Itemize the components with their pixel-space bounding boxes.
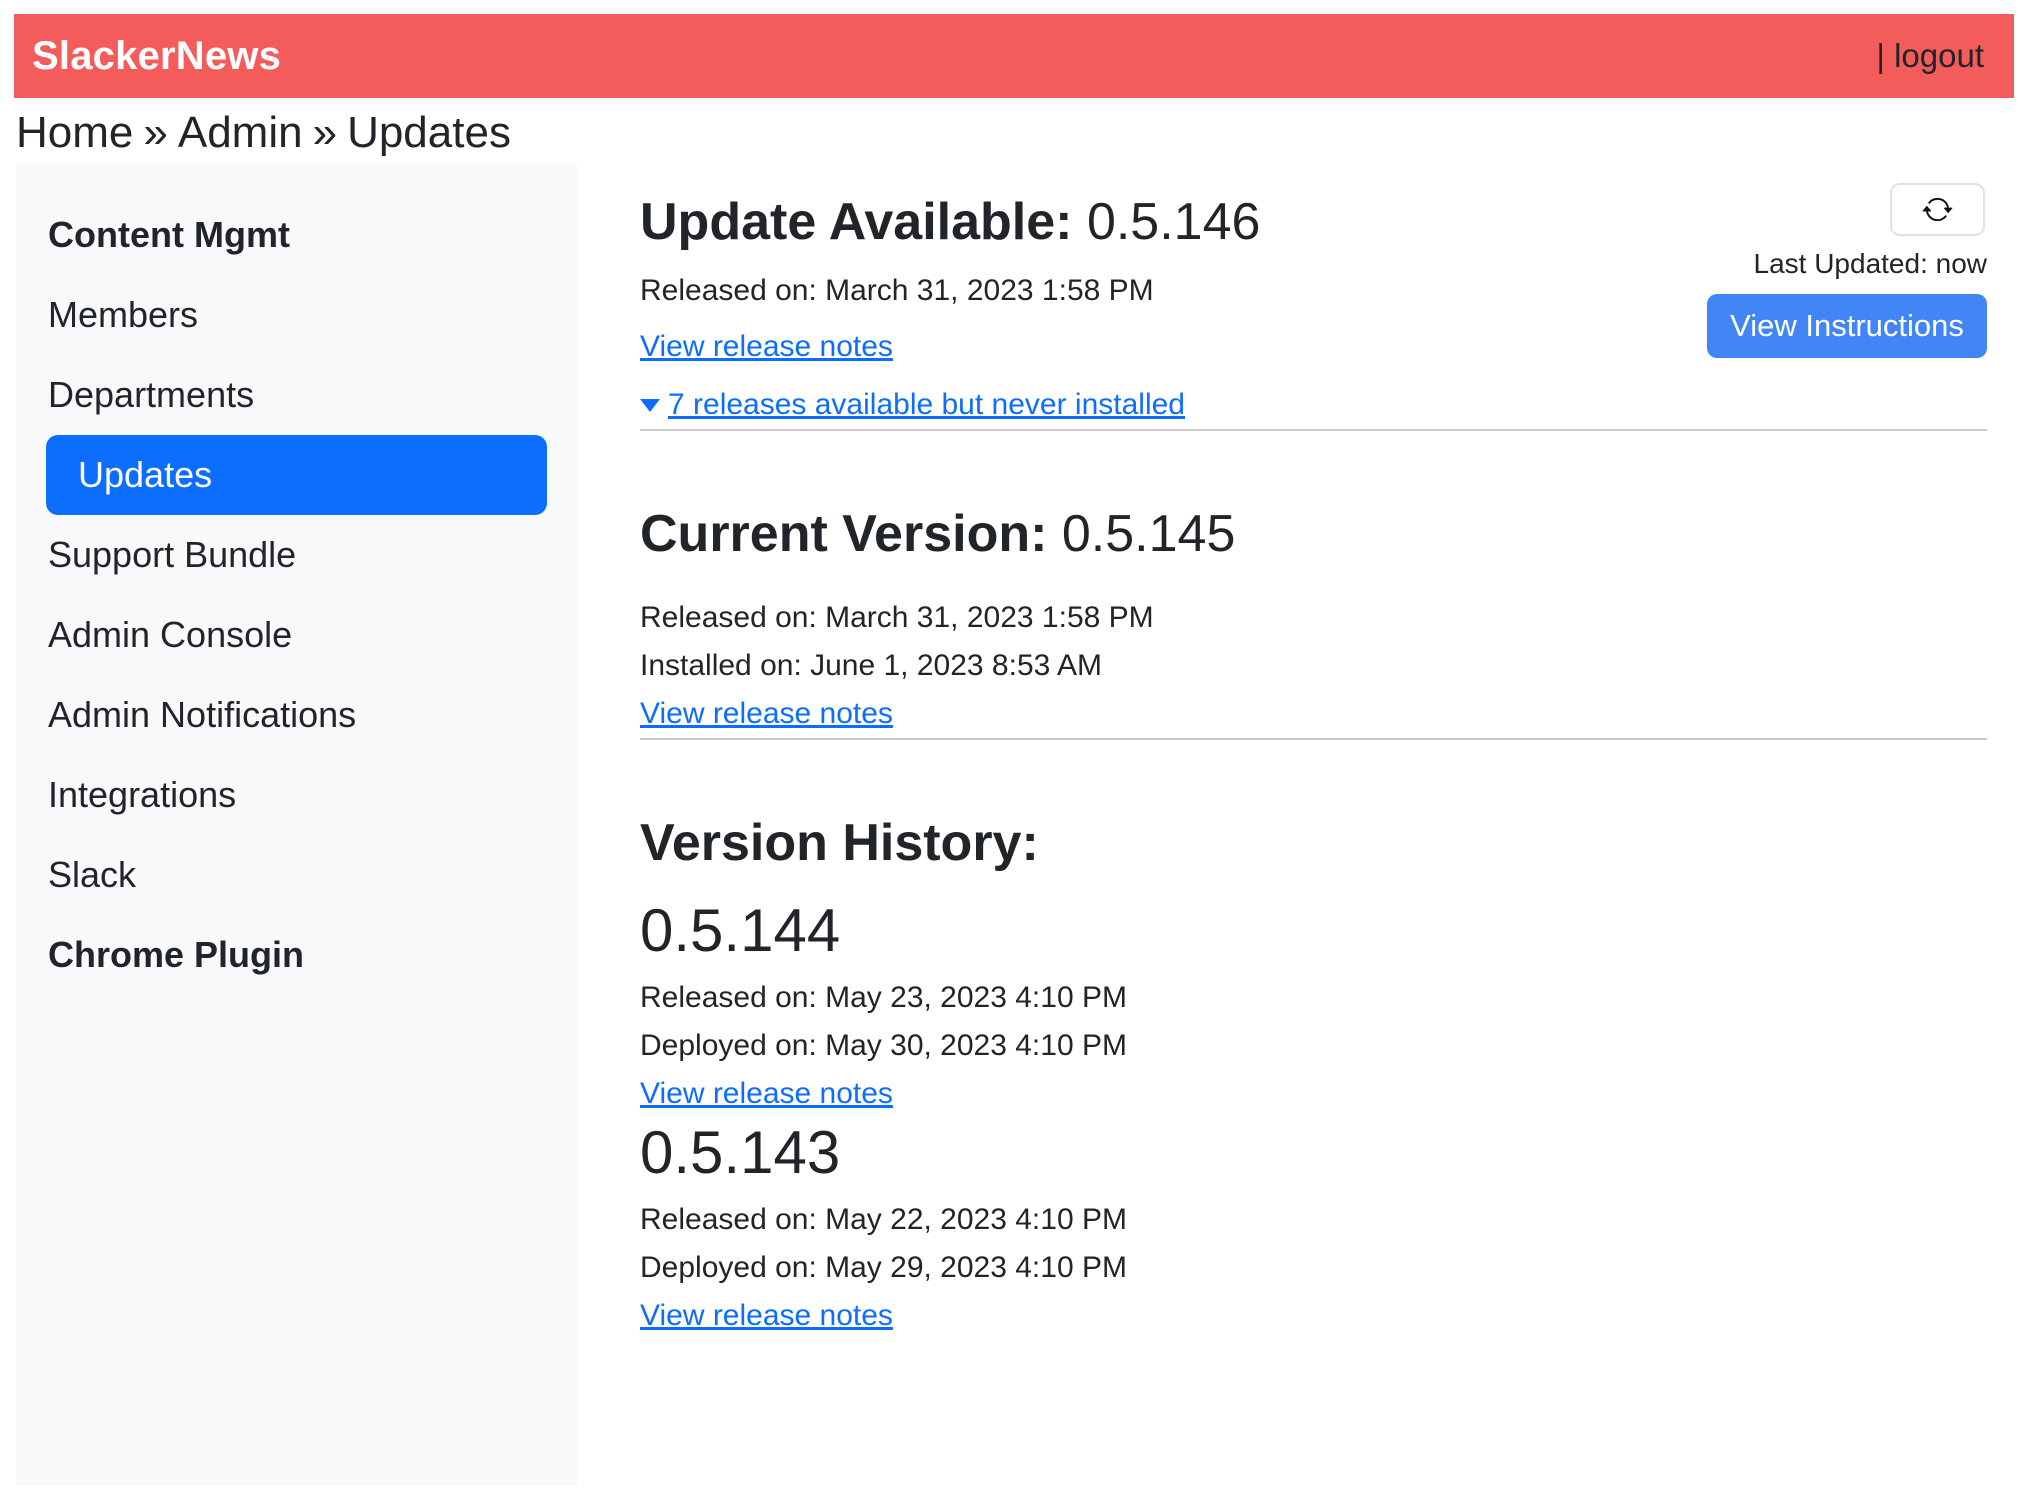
brand-title[interactable]: SlackerNews [32,34,281,79]
entry-release-notes-link[interactable]: View release notes [640,1077,893,1110]
releases-notice-label: 7 releases available but never installed [668,388,1185,421]
version-history-list: 0.5.144 Released on: May 23, 2023 4:10 P… [640,898,1987,1340]
sidebar-item-label: Chrome Plugin [48,934,304,976]
version-history-entry: 0.5.143 Released on: May 22, 2023 4:10 P… [640,1120,1987,1340]
sidebar-item-support-bundle[interactable]: Support Bundle [16,515,577,595]
sidebar-item-label: Support Bundle [48,534,296,576]
sidebar-nav: Content Mgmt Members Departments Updates… [16,195,577,995]
releases-toggle-link[interactable]: 7 releases available but never installed [640,381,1185,429]
sidebar-item-admin-console[interactable]: Admin Console [16,595,577,675]
logout-link[interactable]: | logout [1876,37,1984,75]
refresh-button[interactable] [1890,183,1985,236]
sidebar-item-label: Updates [78,454,212,496]
sidebar-item-label: Content Mgmt [48,214,290,256]
page: SlackerNews | logout Home»Admin»Updates … [0,0,2028,1510]
update-available-info: Update Available: 0.5.146 Released on: M… [640,191,1260,429]
current-version-title: Current Version: 0.5.145 [640,503,1987,565]
last-updated-text: Last Updated: now [1754,248,1988,280]
breadcrumb-admin[interactable]: Admin [178,108,303,157]
current-installed-on: Installed on: June 1, 2023 8:53 AM [640,642,1987,690]
update-actions: Last Updated: now View Instructions [1707,183,1987,358]
current-released-on: Released on: March 31, 2023 1:58 PM [640,594,1987,642]
sidebar-item-updates[interactable]: Updates [46,435,547,515]
entry-release-notes-link[interactable]: View release notes [640,1299,893,1332]
current-version-section: Current Version: 0.5.145 Released on: Ma… [640,503,1987,737]
update-available-version: 0.5.146 [1087,193,1261,251]
update-available-title: Update Available: 0.5.146 [640,191,1260,253]
update-available-label: Update Available: [640,193,1072,251]
arrow-repeat-icon [1922,194,1953,225]
version-history-section: Version History: 0.5.144 Released on: Ma… [640,812,1987,1340]
sidebar-item-label: Integrations [48,774,236,816]
sidebar: Content Mgmt Members Departments Updates… [16,163,577,1486]
current-release-notes-link[interactable]: View release notes [640,697,893,730]
sidebar-item-content-mgmt[interactable]: Content Mgmt [16,195,577,275]
header-bar: SlackerNews | logout [14,14,2014,98]
sidebar-item-departments[interactable]: Departments [16,355,577,435]
version-history-entry: 0.5.144 Released on: May 23, 2023 4:10 P… [640,898,1987,1118]
update-release-notes-link[interactable]: View release notes [640,330,893,363]
version-history-title: Version History: [640,812,1987,874]
sidebar-item-label: Admin Console [48,614,292,656]
entry-deployed-on: Deployed on: May 30, 2023 4:10 PM [640,1022,1987,1070]
current-version-number: 0.5.145 [1062,505,1236,563]
sidebar-item-admin-notifications[interactable]: Admin Notifications [16,675,577,755]
entry-version-number: 0.5.144 [640,898,1987,964]
current-version-label: Current Version: [640,505,1047,563]
breadcrumb-updates[interactable]: Updates [347,108,511,157]
entry-version-number: 0.5.143 [640,1120,1987,1186]
sidebar-item-integrations[interactable]: Integrations [16,755,577,835]
sidebar-item-label: Slack [48,854,136,896]
caret-down-icon [640,399,660,412]
sidebar-item-label: Departments [48,374,254,416]
view-instructions-button[interactable]: View Instructions [1707,294,1987,358]
breadcrumb-home[interactable]: Home [16,108,133,157]
breadcrumb-separator: » [313,108,337,157]
entry-released-on: Released on: May 22, 2023 4:10 PM [640,1196,1987,1244]
divider [640,738,1987,740]
update-released-on: Released on: March 31, 2023 1:58 PM [640,267,1260,315]
breadcrumb-separator: » [143,108,167,157]
sidebar-item-members[interactable]: Members [16,275,577,355]
sidebar-item-label: Admin Notifications [48,694,356,736]
entry-released-on: Released on: May 23, 2023 4:10 PM [640,974,1987,1022]
sidebar-item-slack[interactable]: Slack [16,835,577,915]
update-available-section: Update Available: 0.5.146 Released on: M… [640,191,1987,429]
entry-deployed-on: Deployed on: May 29, 2023 4:10 PM [640,1244,1987,1292]
breadcrumb: Home»Admin»Updates [16,108,511,158]
divider [640,429,1987,431]
sidebar-item-chrome-plugin[interactable]: Chrome Plugin [16,915,577,995]
main-content: Update Available: 0.5.146 Released on: M… [640,163,1987,1340]
sidebar-item-label: Members [48,294,198,336]
